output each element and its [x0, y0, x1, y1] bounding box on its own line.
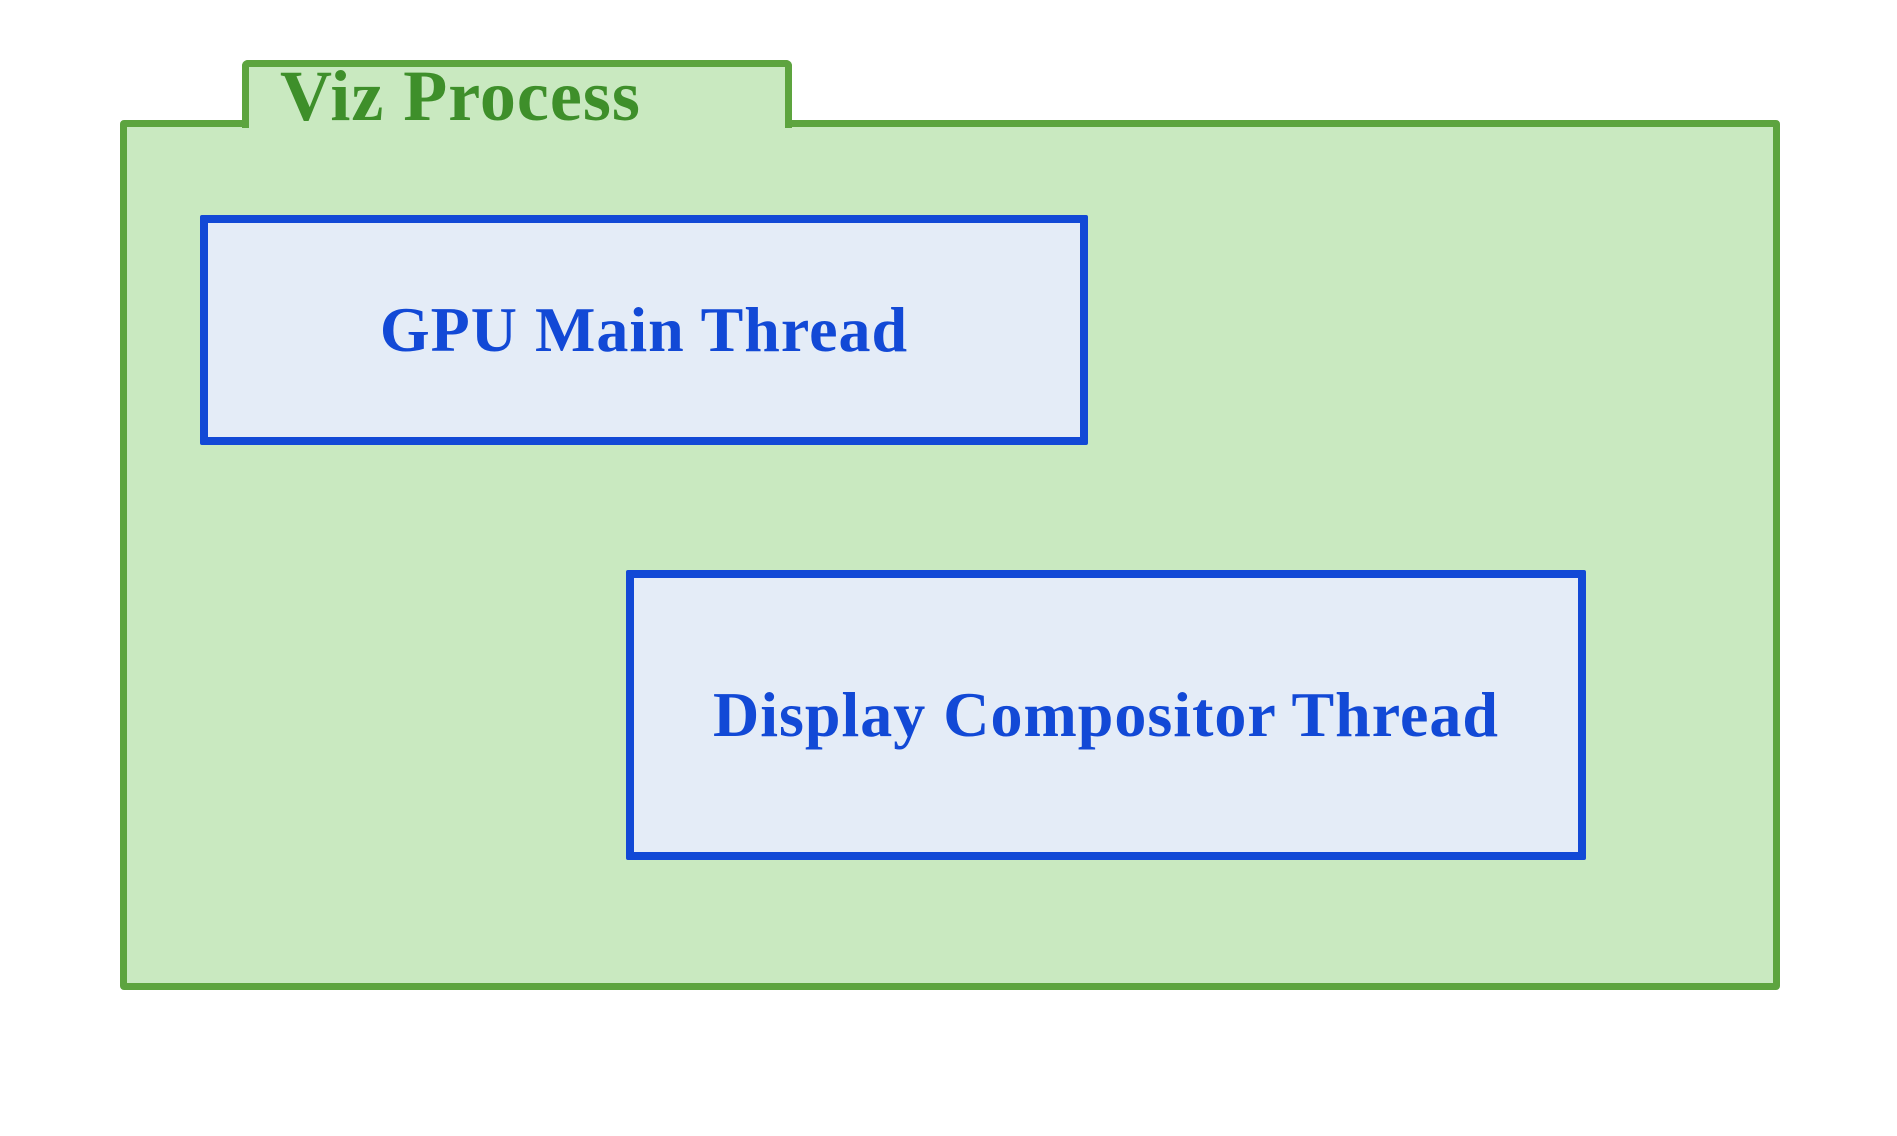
viz-process-title: Viz Process	[280, 55, 641, 138]
display-compositor-thread-label: Display Compositor Thread	[697, 678, 1515, 752]
gpu-main-thread-box: GPU Main Thread	[200, 215, 1088, 445]
display-compositor-thread-box: Display Compositor Thread	[626, 570, 1586, 860]
gpu-main-thread-label: GPU Main Thread	[364, 293, 924, 367]
